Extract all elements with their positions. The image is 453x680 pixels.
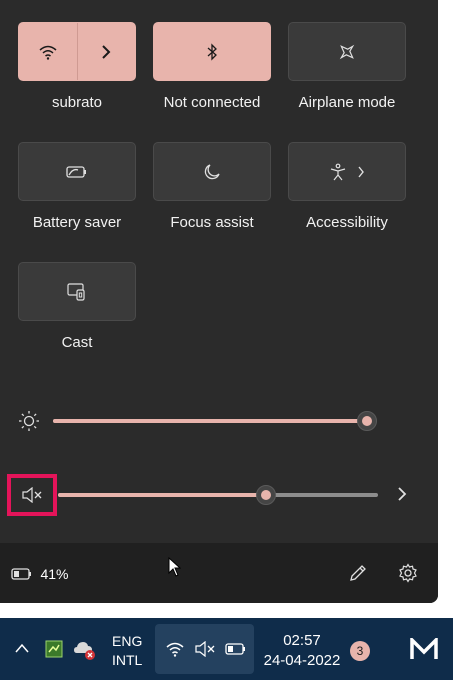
accessibility-tile[interactable] [288,142,406,201]
wifi-tile-label: subrato [51,94,103,111]
accessibility-icon [330,163,346,180]
battery-saver-tile-label: Battery saver [32,214,122,231]
bluetooth-icon [207,42,217,61]
clock-time: 02:57 [283,632,321,649]
clock-date: 24-04-2022 [263,652,341,669]
background-strip [438,0,453,618]
airplane-mode-tile-label: Airplane mode [298,94,396,111]
settings-button[interactable] [398,563,418,583]
speaker-muted-icon [195,641,215,657]
volume-mute-button[interactable] [7,474,57,516]
focus-assist-tile[interactable] [153,142,271,201]
wifi-toggle[interactable] [19,23,77,80]
focus-assist-tile-label: Focus assist [170,214,254,231]
chevron-up-icon [15,643,29,653]
battery-percent: 41% [40,565,69,582]
tray-app-button[interactable] [45,640,63,658]
quick-settings-footer: 41% [0,543,438,603]
wifi-expand-button[interactable] [77,23,135,80]
sun-icon [19,411,39,431]
accessibility-tile-label: Accessibility [306,214,388,231]
edit-quick-settings-button[interactable] [348,563,368,583]
clock-button[interactable]: 02:57 24-04-2022 [262,631,342,671]
onedrive-button[interactable] [73,639,97,661]
brightness-thumb[interactable] [357,411,377,431]
volume-slider[interactable] [58,485,378,505]
chevron-right-icon [102,44,111,59]
moon-icon [204,163,220,179]
pencil-icon [350,565,366,581]
brightness-icon-wrap [18,410,40,432]
cloud-error-icon [74,642,95,660]
language-line1: ENG [112,633,143,649]
cast-tile[interactable] [18,262,136,321]
volume-thumb[interactable] [256,485,276,505]
chevron-right-icon [358,166,364,177]
battery-saver-tile[interactable] [18,142,136,201]
quick-settings-panel: subrato Not connected Airplane mode Batt… [0,0,438,603]
volume-fill [58,493,266,497]
chevron-right-icon [398,487,407,501]
brightness-fill [53,419,367,423]
speaker-muted-icon [22,487,42,503]
battery-saver-icon [66,165,86,178]
show-hidden-icons-button[interactable] [14,642,30,654]
gear-icon [399,563,417,583]
battery-icon [11,568,31,580]
quick-settings-tray-button[interactable] [155,624,254,674]
airplane-icon [339,44,355,59]
language-line2: INTL [112,652,143,668]
airplane-mode-tile[interactable] [288,22,406,81]
mouse-cursor-icon [168,557,181,577]
wifi-tile[interactable] [18,22,136,81]
wifi-icon [166,642,184,657]
cast-tile-label: Cast [61,334,93,351]
brightness-slider[interactable] [53,411,377,431]
wifi-icon [39,45,57,60]
notification-badge[interactable]: 3 [350,641,370,661]
volume-output-button[interactable] [396,486,408,502]
bluetooth-tile[interactable] [153,22,271,81]
battery-icon [225,643,245,655]
cast-icon [67,282,85,301]
bluetooth-tile-label: Not connected [163,94,261,111]
taskbar: ENG INTL 02:57 24-04-2022 3 [0,618,453,680]
battery-status[interactable]: 41% [11,565,68,583]
corner-logo [410,638,438,660]
app-icon [45,640,63,658]
language-indicator[interactable]: ENG INTL [112,632,142,670]
logo-icon [410,638,438,659]
